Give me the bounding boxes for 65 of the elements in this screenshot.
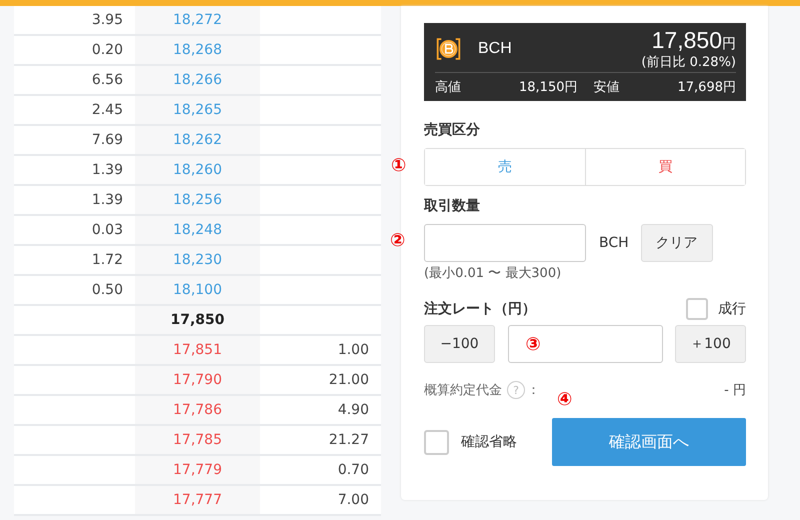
table-cell: 4.90 <box>338 402 369 418</box>
table-cell: 18,265 <box>173 102 222 118</box>
currency-unit: 円 <box>722 36 736 52</box>
table-cell: 17,851 <box>173 342 222 358</box>
symbol: BCH <box>478 40 512 58</box>
amount-field[interactable] <box>424 224 586 262</box>
table-cell: 0.03 <box>92 222 123 238</box>
unit-label: BCH <box>599 235 629 251</box>
price-change: (前日比 0.28%) <box>641 54 736 71</box>
market-label: 成行 <box>718 300 746 318</box>
table-cell: 7.69 <box>92 132 123 148</box>
current-price: 17,850 <box>652 27 722 53</box>
table-cell: 18,272 <box>173 12 222 28</box>
table-cell: 21.00 <box>328 372 369 388</box>
minus-button[interactable]: −100 <box>424 325 495 363</box>
section-label: 売買区分 <box>424 121 481 139</box>
rate-field[interactable]: ③ <box>508 325 662 363</box>
table-cell: 7.00 <box>338 492 369 508</box>
table-cell: 17,850 <box>170 312 225 328</box>
table-cell: 21.27 <box>328 432 369 448</box>
estimate-value: - 円 <box>724 382 746 399</box>
table-cell: 18,260 <box>173 162 222 178</box>
table-cell: 1.00 <box>338 342 369 358</box>
high-label: 高値 <box>435 79 461 96</box>
table-cell: 18,266 <box>173 72 222 88</box>
section-label: 取引数量 <box>424 197 481 215</box>
table-cell: 18,100 <box>173 282 222 298</box>
skip-confirm-checkbox[interactable] <box>424 430 449 454</box>
table-cell: 0.70 <box>338 462 369 478</box>
table-cell: 2.45 <box>92 102 123 118</box>
table-cell: 0.50 <box>92 282 123 298</box>
table-cell: 17,777 <box>173 492 222 508</box>
table-cell: 1.72 <box>92 252 123 268</box>
table-cell: 1.39 <box>92 192 123 208</box>
table-cell: 17,790 <box>173 372 222 388</box>
estimate-label: 概算約定代金 <box>424 382 502 399</box>
confirm-button[interactable]: 確認画面へ <box>552 418 746 466</box>
table-cell: 18,268 <box>173 42 222 58</box>
table-cell: 18,248 <box>173 222 222 238</box>
annotation-marker: ③ <box>526 334 541 354</box>
high-price: 18,150円 <box>519 79 578 96</box>
market-checkbox[interactable] <box>686 298 708 320</box>
amount-hint: (最小0.01 〜 最大300) <box>424 265 562 282</box>
annotation-marker: ④ <box>557 389 572 410</box>
table-cell: 0.20 <box>92 42 123 58</box>
table-cell: 1.39 <box>92 162 123 178</box>
table-cell: 18,262 <box>173 132 222 148</box>
plus-button[interactable]: ＋100 <box>675 325 746 363</box>
side-tab[interactable]: 買 <box>584 149 745 185</box>
low-price: 17,698円 <box>678 79 736 96</box>
annotation-marker: ② <box>390 230 406 251</box>
skip-confirm-label: 確認省略 <box>461 433 517 451</box>
clear-button[interactable]: クリア <box>640 224 713 262</box>
low-label: 安値 <box>594 79 620 96</box>
section-label: 注文レート（円） <box>424 300 536 318</box>
table-cell: 17,785 <box>173 432 222 448</box>
table-cell: 18,230 <box>173 252 222 268</box>
table-cell: 17,786 <box>173 402 222 418</box>
table-cell: 6.56 <box>92 72 123 88</box>
table-cell: 3.95 <box>92 12 123 28</box>
coin-icon <box>435 36 462 62</box>
table-cell: 17,779 <box>173 462 222 478</box>
colon: ： <box>527 382 540 399</box>
table-cell: 18,256 <box>173 192 222 208</box>
annotation-marker: ① <box>391 155 406 176</box>
